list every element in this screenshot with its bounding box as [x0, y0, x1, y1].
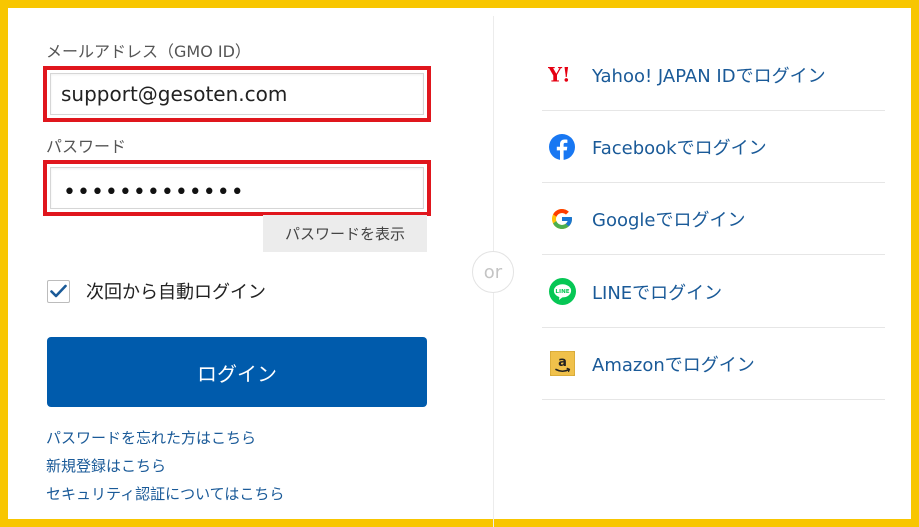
- page-frame: メールアドレス（GMO ID） パスワード ••••••••••••• パスワー…: [0, 0, 919, 527]
- facebook-icon: [548, 133, 576, 161]
- email-label: メールアドレス（GMO ID）: [46, 42, 251, 61]
- svg-text:Y!: Y!: [548, 64, 571, 86]
- remember-me-checkbox[interactable]: [47, 279, 70, 303]
- facebook-login-label: Facebookでログイン: [592, 137, 767, 159]
- yahoo-login-button[interactable]: Y! Yahoo! JAPAN IDでログイン: [542, 39, 885, 111]
- show-password-button[interactable]: パスワードを表示: [263, 215, 427, 252]
- password-field-highlight: •••••••••••••: [43, 160, 431, 216]
- line-icon: LINE: [548, 278, 576, 306]
- google-login-button[interactable]: Googleでログイン: [542, 183, 885, 255]
- remember-me-row[interactable]: 次回から自動ログイン: [47, 278, 266, 304]
- line-login-button[interactable]: LINE LINEでログイン: [542, 256, 885, 328]
- email-field-box: [50, 73, 424, 115]
- email-field-highlight: [43, 66, 431, 122]
- facebook-login-button[interactable]: Facebookでログイン: [542, 111, 885, 183]
- yahoo-login-label: Yahoo! JAPAN IDでログイン: [592, 65, 826, 87]
- amazon-icon: a: [548, 350, 576, 378]
- amazon-login-label: Amazonでログイン: [592, 354, 755, 376]
- amazon-login-button[interactable]: a Amazonでログイン: [542, 328, 885, 400]
- yahoo-japan-icon: Y!: [548, 61, 576, 89]
- password-label: パスワード: [46, 137, 127, 156]
- or-separator: or: [472, 251, 514, 293]
- checkmark-icon: [50, 284, 67, 298]
- password-input[interactable]: •••••••••••••: [50, 167, 424, 209]
- password-masked-value: •••••••••••••: [63, 180, 245, 205]
- svg-text:LINE: LINE: [555, 289, 569, 295]
- email-input[interactable]: [61, 74, 417, 114]
- register-link[interactable]: 新規登録はこちら: [46, 455, 166, 476]
- forgot-password-link[interactable]: パスワードを忘れた方はこちら: [46, 427, 256, 448]
- login-button[interactable]: ログイン: [47, 337, 427, 407]
- security-link[interactable]: セキュリティ認証についてはこちら: [46, 483, 284, 504]
- google-icon: [548, 205, 576, 233]
- google-login-label: Googleでログイン: [592, 209, 746, 231]
- svg-text:a: a: [558, 355, 567, 370]
- remember-me-label: 次回から自動ログイン: [86, 282, 266, 303]
- line-login-label: LINEでログイン: [592, 282, 723, 304]
